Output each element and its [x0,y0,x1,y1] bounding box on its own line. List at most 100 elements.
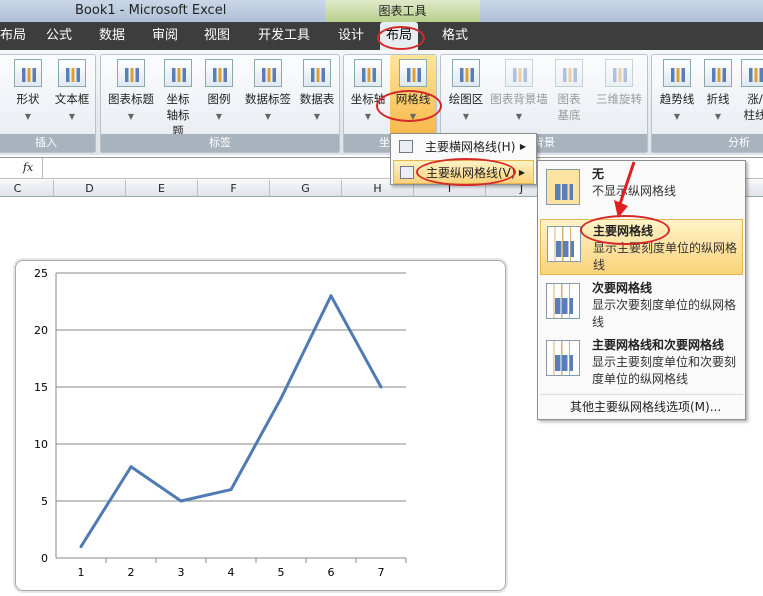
up-down-bars-icon [741,59,763,87]
gridlines-icon [399,59,427,87]
label: 数据标签 [245,92,291,106]
x-tick-label: 2 [128,566,135,579]
chart-title-button[interactable]: 图表标题 ▼ [105,59,157,125]
highlight-circle [377,26,425,50]
x-tick-label: 7 [378,566,385,579]
tab-review[interactable]: 审阅 [146,22,184,50]
shapes-icon [14,59,42,87]
y-tick-label: 20 [34,324,48,337]
axes-icon [354,59,382,87]
chart-wall-icon [505,59,533,87]
option-none[interactable]: 无不显示纵网格线 [540,163,743,215]
data-labels-button[interactable]: 数据标签 ▼ [241,59,295,125]
vertical-gridlines-icon [400,166,414,179]
legend-button[interactable]: 图例 ▼ [199,59,239,125]
tab-design[interactable]: 设计 [332,22,370,50]
trendline-icon [663,59,691,87]
data-point [179,499,183,503]
label: 主要横网格线(H) [425,140,516,154]
option-major-and-minor-gridlines[interactable]: 主要网格线和次要网格线显示主要刻度单位和次要刻度单位的纵网格线 [540,334,743,390]
x-tick-label: 5 [278,566,285,579]
textbox-icon [58,59,86,87]
x-tick-label: 3 [178,566,185,579]
fx-button[interactable]: fx [16,158,40,178]
option-title: 主要网格线和次要网格线 [592,338,725,352]
chart-floor-icon [555,59,583,87]
label: 图表标题 [108,92,154,106]
group-insert: 形状 ▼ 文本框 ▼ 插入 [0,54,96,153]
trendline-button[interactable]: 趋势线 ▼ [654,59,700,125]
legend-icon [205,59,233,87]
y-tick-label: 15 [34,381,48,394]
tab-data[interactable]: 数据 [93,22,131,50]
data-point [129,465,133,469]
textbox-button[interactable]: 文本框 ▼ [49,59,95,125]
label: 数据表 [299,92,335,106]
highlight-circle [416,158,516,186]
3d-rotation-icon [605,59,633,87]
lines-button[interactable]: 折线 ▼ [698,59,738,125]
data-point [379,385,383,389]
tab-formulas[interactable]: 公式 [40,22,78,50]
vertical-gridlines-submenu: 无不显示纵网格线 主要网格线 显示主要刻度单位的纵网格线 次要网格线 显示次要刻度单… [537,160,746,420]
data-point [229,488,233,492]
label: 趋势线 [659,92,695,106]
plot-area-button[interactable]: 绘图区 ▼ [443,59,489,125]
lines-icon [704,59,732,87]
column-header[interactable]: D [54,180,126,197]
chart-title-icon [117,59,145,87]
data-table-button[interactable]: 数据表 ▼ [295,59,339,125]
data-point [79,545,83,549]
chart-svg: 0 5 10 15 20 25 1 2 3 4 5 6 7 [34,267,407,579]
no-gridlines-icon [546,169,580,205]
label: 折线 [706,92,730,106]
tab-developer[interactable]: 开发工具 [252,22,316,50]
option-desc: 显示次要刻度单位的纵网格线 [592,298,737,329]
group-analysis: 趋势线 ▼ 折线 ▼ 涨/柱线 分析 [651,54,763,153]
group-label: 分析 [652,134,763,152]
data-point [279,396,283,400]
more-gridline-options[interactable]: 其他主要纵网格线选项(M)... [540,394,743,418]
column-header[interactable]: G [270,180,342,197]
label: 图例 [207,92,231,106]
column-header[interactable]: C [0,180,54,197]
horizontal-gridlines-icon [399,140,413,153]
series-line [79,294,383,548]
window-title: Book1 - Microsoft Excel [75,3,227,18]
column-header[interactable]: E [126,180,198,197]
x-tick-label: 4 [228,566,235,579]
y-tick-label: 0 [41,552,48,565]
3d-rotation-button[interactable]: 三维旋转 [591,59,647,107]
label: 涨/柱线 [743,92,763,122]
tab-page-layout[interactable]: 布局 [0,22,32,50]
x-tick-label: 1 [78,566,85,579]
major-gridlines-icon [547,226,581,262]
y-tick-label: 10 [34,438,48,451]
y-tick-label: 5 [41,495,48,508]
submenu-arrow-icon: ▶ [519,142,526,151]
chart-tools-label: 图表工具 [325,0,480,22]
group-label: 插入 [0,134,95,152]
axis-title-icon [164,59,192,87]
chart-floor-button[interactable]: 图表基底 [549,59,589,123]
line-chart[interactable]: 0 5 10 15 20 25 1 2 3 4 5 6 7 [15,260,506,591]
data-table-icon [303,59,331,87]
chart-wall-button[interactable]: 图表背景墙 ▼ [487,59,551,125]
menu-item-horizontal-gridlines[interactable]: 主要横网格线(H) ▶ [393,135,534,159]
label: 坐标轴标题 [166,92,190,138]
y-tick-label: 25 [34,267,48,280]
column-header[interactable]: F [198,180,270,197]
option-desc: 显示主要刻度单位和次要刻度单位的纵网格线 [592,355,737,386]
submenu-arrow-icon: ▶ [518,168,525,177]
axis-title-button[interactable]: 坐标轴标题 [157,59,199,139]
red-arrow-icon [614,161,636,218]
minor-gridlines-icon [546,283,580,319]
tab-view[interactable]: 视图 [198,22,236,50]
option-minor-gridlines[interactable]: 次要网格线 显示次要刻度单位的纵网格线 [540,277,743,333]
label: 绘图区 [448,92,484,106]
tab-format[interactable]: 格式 [436,22,474,50]
shapes-button[interactable]: 形状 ▼ [5,59,51,125]
label: 图表基底 [557,92,581,122]
up-down-bars-button[interactable]: 涨/柱线 [740,59,763,123]
label: 三维旋转 [596,92,642,106]
